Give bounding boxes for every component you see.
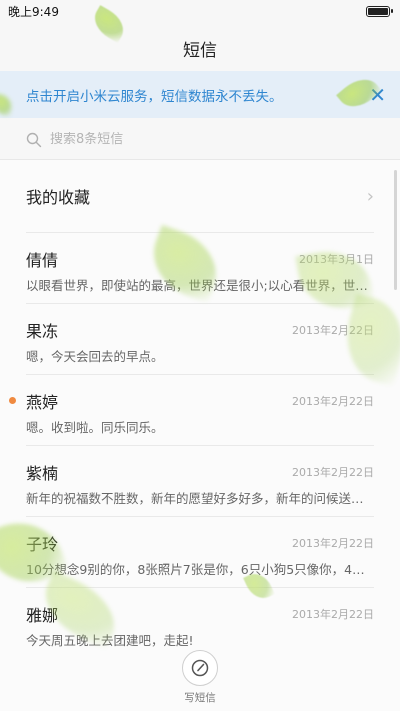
conversation-item[interactable]: 雅娜 2013年2月22日 今天周五晚上去团建吧，走起!: [0, 588, 400, 658]
status-bar: 晚上9:49: [0, 0, 400, 22]
contact-name: 紫楠: [26, 464, 59, 483]
contact-name: 子玲: [26, 535, 59, 554]
conversation-item[interactable]: 子玲 2013年2月22日 10分想念9别的你，8张照片7张是你，6只小狗5只像…: [0, 517, 400, 587]
search-bar[interactable]: [0, 120, 400, 160]
message-date: 2013年2月22日: [292, 466, 374, 479]
unread-indicator: [9, 397, 16, 404]
conversation-item[interactable]: 燕婷 2013年2月22日 嗯。收到啦。同乐同乐。: [0, 375, 400, 445]
conversation-item[interactable]: 果冻 2013年2月22日 嗯，今天会回去的早点。: [0, 304, 400, 374]
favorites-label: 我的收藏: [26, 188, 91, 207]
message-preview: 10分想念9别的你，8张照片7张是你，6只小狗5只像你，4个季节都想你。: [26, 562, 374, 577]
compose-button[interactable]: [182, 650, 218, 686]
conversation-list: 倩倩 2013年3月1日 以眼看世界，即使站的最高，世界还是很小;以心看世界，世…: [0, 232, 400, 658]
conversation-item[interactable]: 紫楠 2013年2月22日 新年的祝福数不胜数，新年的愿望好多好多，新年的问候送…: [0, 446, 400, 516]
message-preview: 嗯。收到啦。同乐同乐。: [26, 420, 164, 435]
search-input[interactable]: [50, 132, 350, 147]
compose-icon: [191, 659, 209, 677]
scrollbar[interactable]: [394, 170, 397, 290]
message-date: 2013年2月22日: [292, 395, 374, 408]
cloud-banner-text[interactable]: 点击开启小米云服务，短信数据永不丢失。: [26, 85, 283, 105]
message-list-area: 我的收藏 › 倩倩 2013年3月1日 以眼看世界，即使站的最高，世界还是很小;…: [0, 160, 400, 711]
message-preview: 嗯，今天会回去的早点。: [26, 349, 164, 364]
message-preview: 新年的祝福数不胜数，新年的愿望好多好多，新年的问候送给你。: [26, 491, 374, 506]
message-date: 2013年2月22日: [292, 324, 374, 337]
search-icon: [26, 132, 42, 147]
cloud-service-banner[interactable]: 点击开启小米云服务，短信数据永不丢失。 ✕: [0, 71, 400, 118]
message-date: 2013年2月22日: [292, 537, 374, 550]
compose-label: 写短信: [184, 692, 216, 704]
message-preview: 以眼看世界，即使站的最高，世界还是很小;以心看世界，世界很大。: [26, 278, 374, 293]
message-preview: 今天周五晚上去团建吧，走起!: [26, 633, 194, 648]
contact-name: 果冻: [26, 322, 59, 341]
contact-name: 倩倩: [26, 251, 59, 270]
message-date: 2013年2月22日: [292, 608, 374, 621]
chevron-right-icon: ›: [366, 185, 374, 207]
battery-icon: [366, 5, 393, 17]
message-date: 2013年3月1日: [299, 253, 374, 266]
contact-name: 燕婷: [26, 393, 59, 412]
conversation-item[interactable]: 倩倩 2013年3月1日 以眼看世界，即使站的最高，世界还是很小;以心看世界，世…: [0, 233, 400, 303]
favorites-row[interactable]: 我的收藏 ›: [0, 160, 400, 232]
page-title: 短信: [183, 41, 217, 61]
status-time: 晚上9:49: [8, 4, 59, 19]
contact-name: 雅娜: [26, 606, 59, 625]
compose-area: 写短信: [0, 650, 400, 711]
close-icon[interactable]: ✕: [369, 85, 386, 105]
